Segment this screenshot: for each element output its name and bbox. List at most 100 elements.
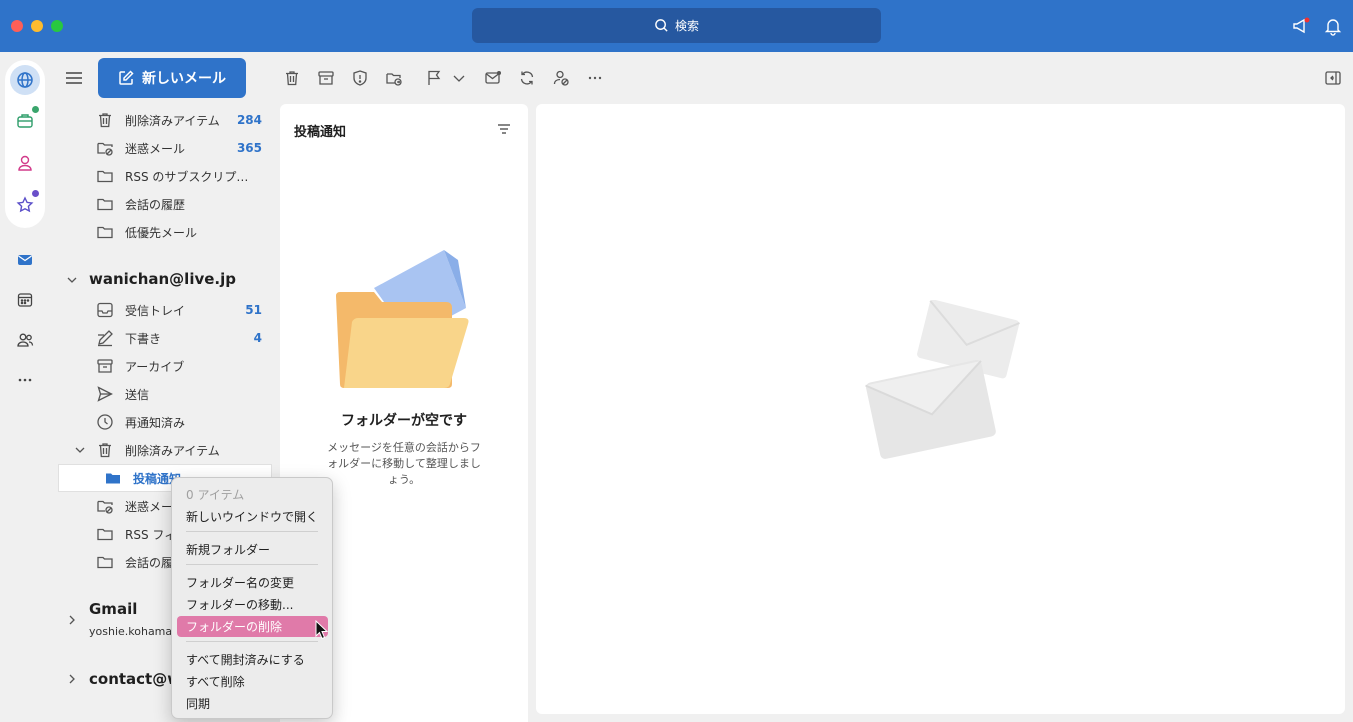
folder-context-menu: 0 アイテム 新しいウインドウで開く 新規フォルダー フォルダー名の変更 フォル…: [171, 477, 333, 719]
junk-folder-icon: [96, 139, 114, 157]
chevron-down-icon[interactable]: [74, 444, 86, 456]
menu-separator: [186, 641, 318, 642]
star-icon[interactable]: [10, 190, 40, 220]
account-email: yoshie.kohama@: [89, 625, 184, 638]
search-bar[interactable]: 検索: [472, 8, 881, 43]
folder-item[interactable]: 受信トレイ 51: [50, 296, 272, 324]
archive-icon[interactable]: [315, 67, 337, 89]
notification-dot: [32, 106, 39, 113]
report-shield-icon[interactable]: [349, 67, 371, 89]
unread-count: 284: [236, 113, 262, 127]
archive-icon: [96, 357, 114, 375]
folder-icon: [96, 167, 114, 185]
account-name[interactable]: wanichan@live.jp: [89, 270, 236, 288]
menu-open-new-window[interactable]: 新しいウインドウで開く: [177, 506, 328, 527]
inbox-icon: [96, 301, 114, 319]
folder-item[interactable]: 会話の履歴: [50, 190, 272, 218]
folder-label: 送信: [125, 387, 150, 402]
more-apps-icon[interactable]: [10, 365, 40, 395]
folder-label: 受信トレイ: [125, 303, 186, 318]
unread-count: 365: [236, 141, 262, 155]
empty-state-title: フォルダーが空です: [341, 413, 467, 429]
move-folder-icon[interactable]: [383, 67, 405, 89]
item-count-label: 0 アイテム: [186, 488, 245, 502]
globe-icon[interactable]: [10, 65, 40, 95]
filter-icon[interactable]: [496, 121, 512, 137]
folder-label: 低優先メール: [125, 225, 198, 240]
mouse-cursor-icon: [315, 620, 329, 640]
block-sender-icon[interactable]: [550, 67, 572, 89]
notification-dot: [32, 190, 39, 197]
chevron-right-icon[interactable]: [66, 673, 78, 685]
message-list-title: 投稿通知: [294, 125, 347, 140]
menu-mark-all-read[interactable]: すべて開封済みにする: [177, 649, 328, 670]
menu-delete-all[interactable]: すべて削除: [177, 671, 328, 692]
delete-icon[interactable]: [281, 67, 303, 89]
menu-move-folder[interactable]: フォルダーの移動...: [177, 594, 328, 615]
menu-separator: [186, 564, 318, 565]
folder-label: 削除済みアイテム: [125, 113, 220, 128]
trash-icon: [96, 111, 114, 129]
empty-state-description: メッセージを任意の会話からフォルダーに移動して整理しましょう。: [327, 441, 481, 486]
folder-label: 会話の履歴: [125, 197, 186, 212]
mail-icon[interactable]: [10, 245, 40, 275]
send-icon: [96, 385, 114, 403]
menu-sync[interactable]: 同期: [177, 693, 328, 714]
folder-item[interactable]: 低優先メール: [50, 218, 272, 246]
folder-item[interactable]: アーカイブ: [50, 352, 272, 380]
reading-pane: [536, 104, 1345, 714]
chevron-down-icon[interactable]: [66, 274, 78, 286]
chevron-down-icon[interactable]: [448, 67, 470, 89]
people-icon[interactable]: [10, 325, 40, 355]
person-icon[interactable]: [10, 148, 40, 178]
clock-icon: [96, 413, 114, 431]
folder-item[interactable]: 迷惑メール 365: [50, 134, 272, 162]
empty-folder-illustration: [336, 250, 469, 388]
bell-icon[interactable]: [1323, 16, 1343, 36]
minimize-window-button[interactable]: [31, 20, 43, 32]
folder-label: 削除済みアイテム: [125, 443, 220, 458]
junk-folder-icon: [96, 497, 114, 515]
drafts-icon: [96, 329, 114, 347]
folder-icon: [96, 553, 114, 571]
search-label: 検索: [674, 19, 699, 33]
folder-label: 迷惑メール: [125, 141, 186, 156]
search-icon: [655, 19, 668, 32]
envelopes-illustration: [865, 300, 1020, 459]
folder-label: 下書き: [125, 331, 162, 346]
app-rail: [0, 52, 50, 722]
menu-rename-folder[interactable]: フォルダー名の変更: [177, 572, 328, 593]
folder-label: RSS のサブスクリプシ…: [125, 169, 255, 184]
zoom-window-button[interactable]: [51, 20, 63, 32]
folder-item[interactable]: 下書き 4: [50, 324, 272, 352]
chevron-right-icon[interactable]: [66, 614, 78, 626]
folder-item[interactable]: 削除済みアイテム: [50, 436, 272, 464]
calendar-icon[interactable]: [10, 285, 40, 315]
folder-item[interactable]: 送信: [50, 380, 272, 408]
briefcase-icon[interactable]: [10, 106, 40, 136]
mark-unread-icon[interactable]: [482, 67, 504, 89]
folder-icon: [96, 525, 114, 543]
folder-label: アーカイブ: [125, 359, 185, 374]
account-name[interactable]: Gmail: [89, 600, 137, 618]
folder-item[interactable]: RSS のサブスクリプシ…: [50, 162, 272, 190]
hamburger-menu-icon[interactable]: [64, 68, 84, 88]
menu-new-folder[interactable]: 新規フォルダー: [177, 539, 328, 560]
menu-delete-folder[interactable]: フォルダーの削除: [177, 616, 328, 637]
close-window-button[interactable]: [11, 20, 23, 32]
new-mail-button[interactable]: 新しいメール: [98, 58, 246, 98]
folder-label: 再通知済み: [125, 415, 186, 430]
reading-pane-toggle-icon[interactable]: [1322, 67, 1344, 89]
folder-item[interactable]: 削除済みアイテム 284: [50, 106, 272, 134]
folder-icon: [96, 195, 114, 213]
title-bar: 検索: [0, 0, 1353, 52]
megaphone-icon[interactable]: [1291, 16, 1311, 36]
menu-separator: [186, 531, 318, 532]
folder-label: RSS フィ: [125, 527, 177, 542]
flag-icon[interactable]: [423, 67, 445, 89]
unread-count: 4: [253, 331, 262, 345]
sync-icon[interactable]: [516, 67, 538, 89]
folder-icon: [96, 223, 114, 241]
folder-item[interactable]: 再通知済み: [50, 408, 272, 436]
more-options-icon[interactable]: [584, 67, 606, 89]
